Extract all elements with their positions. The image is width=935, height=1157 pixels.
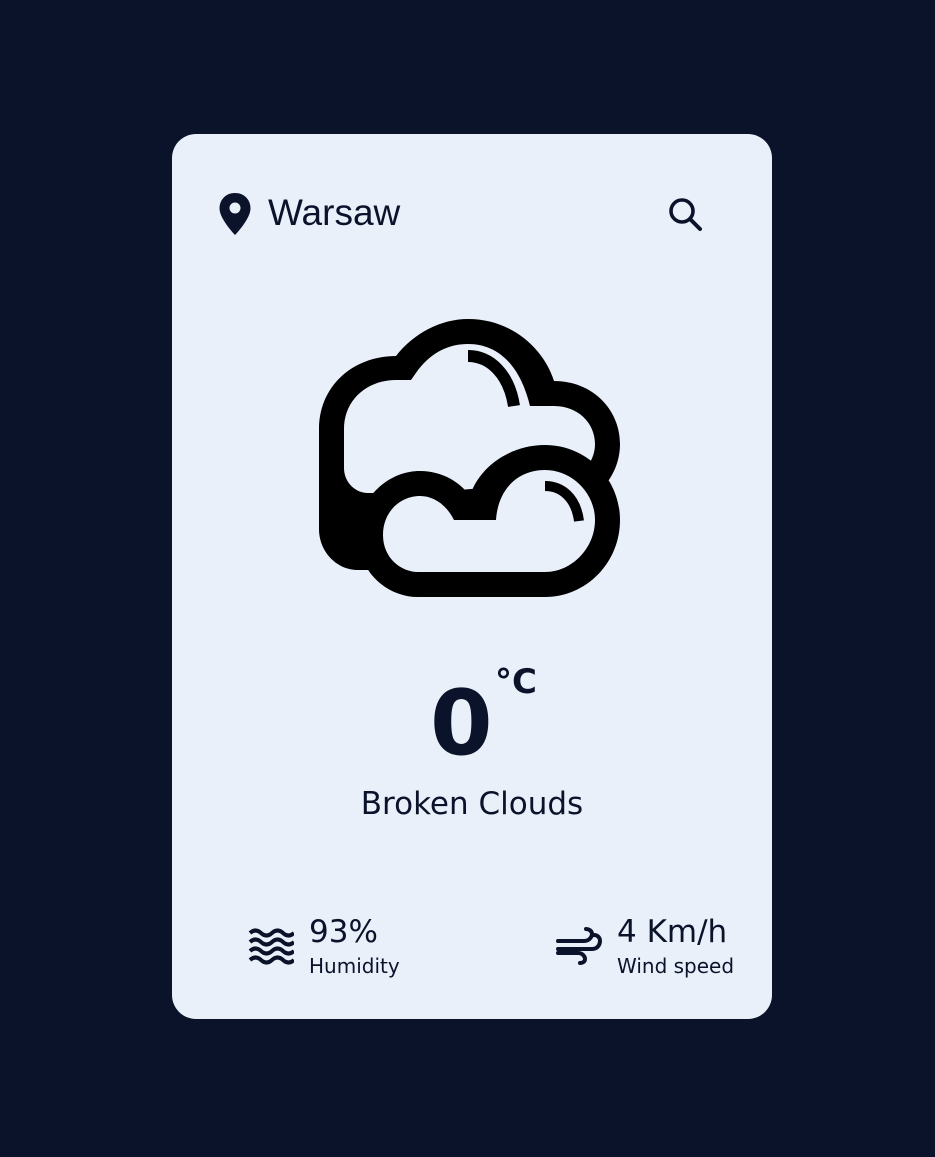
temperature-value: 0 — [430, 671, 493, 776]
wind-icon — [556, 926, 603, 966]
search-button[interactable] — [666, 194, 706, 234]
search-icon — [666, 198, 706, 237]
wind-value: 4 Km/h — [617, 914, 728, 950]
humidity-waves-icon — [248, 926, 296, 966]
location-pin-icon — [218, 192, 252, 236]
temperature-display: 0 °C — [172, 662, 772, 776]
humidity-stat: 93% Humidity — [248, 910, 438, 982]
city-name: Warsaw — [268, 192, 401, 233]
weather-description: Broken Clouds — [360, 786, 584, 822]
temperature-unit: °C — [495, 662, 537, 702]
broken-clouds-icon — [318, 318, 626, 602]
card-header: Warsaw — [218, 190, 726, 238]
humidity-value: 93% — [309, 914, 378, 950]
wind-label: Wind speed — [617, 954, 735, 978]
wind-stat: 4 Km/h Wind speed — [556, 910, 746, 982]
weather-card: Warsaw 0 °C Broken Clouds 93% Humidity 4… — [172, 134, 772, 1019]
humidity-label: Humidity — [309, 954, 400, 978]
